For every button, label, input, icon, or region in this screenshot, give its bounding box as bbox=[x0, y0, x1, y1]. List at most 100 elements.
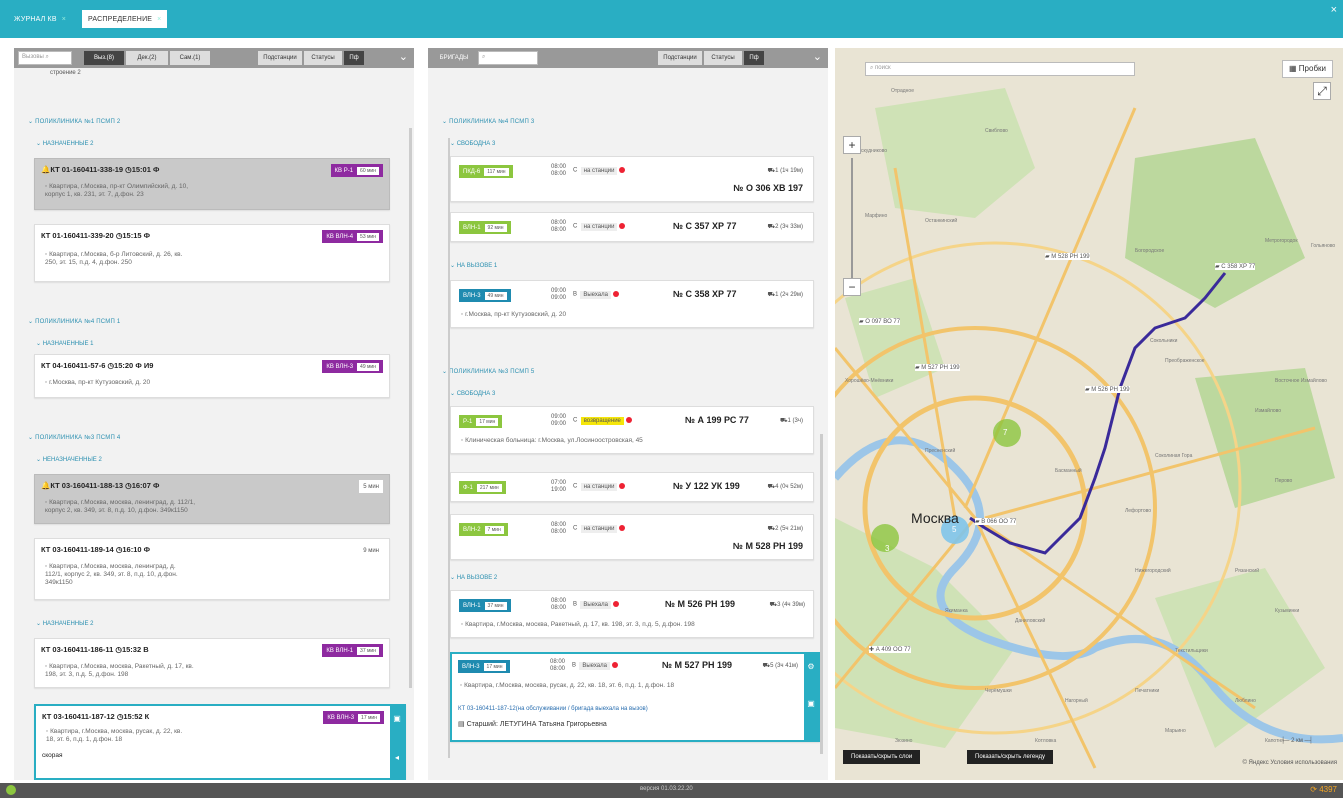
address: ◦ Квартира, г.Москва, москва, русак, д. … bbox=[460, 682, 675, 689]
close-icon[interactable]: × bbox=[157, 16, 161, 23]
tab-journal[interactable]: ЖУРНАЛ КВ × bbox=[8, 10, 72, 28]
close-icon[interactable]: × bbox=[62, 16, 66, 23]
call-card[interactable]: КТ 03-160411-189-14 ◷16:10 Ф 9 мин ◦ Ква… bbox=[34, 538, 390, 600]
brigade-card[interactable]: ПКД-6 117 мин 08:00 08:00 С на станции ⛟1 … bbox=[450, 156, 814, 202]
filter-sam[interactable]: Сам.(1) bbox=[170, 51, 210, 65]
call-id: 🔔КТ 03-160411-188-13 ◷16:07 Ф bbox=[41, 481, 160, 490]
traffic-button[interactable]: ▦ Пробки bbox=[1282, 60, 1333, 78]
car-marker[interactable]: ▰ С 358 ХР 77 bbox=[1215, 263, 1256, 270]
substations-filter[interactable]: Подстанции bbox=[258, 51, 302, 65]
substations-filter[interactable]: Подстанции bbox=[658, 51, 702, 65]
status: С возвращение bbox=[573, 416, 632, 425]
map-canvas[interactable] bbox=[835, 48, 1343, 780]
status: В Выехала bbox=[573, 600, 619, 609]
scrollbar[interactable] bbox=[820, 434, 823, 754]
tab-distribution[interactable]: РАСПРЕДЕЛЕНИЕ × bbox=[82, 10, 168, 28]
call-card[interactable]: 🔔КТ 03-160411-188-13 ◷16:07 Ф 5 мин ◦ Кв… bbox=[34, 474, 390, 524]
subgroup-header[interactable]: ⌄ НАЗНАЧЕННЫЕ 2 bbox=[36, 140, 93, 147]
pf-filter[interactable]: Пф bbox=[344, 51, 364, 65]
brigades-toolbar: БРИГАДЫ ⌕ Подстанции Статусы Пф ⌄ bbox=[428, 48, 828, 68]
address: ◦ Квартира, г.Москва, б-р Литовский, д. … bbox=[45, 251, 183, 266]
chevron-down-icon[interactable]: ⌄ bbox=[399, 50, 408, 63]
filter-dek[interactable]: Дек.(2) bbox=[126, 51, 168, 65]
tab-bar: ЖУРНАЛ КВ × РАСПРЕДЕЛЕНИЕ × × bbox=[0, 0, 1343, 38]
chevron-down-icon[interactable]: ⌄ bbox=[813, 50, 822, 63]
subgroup-header[interactable]: ⌄ СВОБОДНА 3 bbox=[450, 140, 495, 147]
car-marker[interactable]: ✚ А 409 ОО 77 bbox=[869, 646, 911, 653]
zoom-out-button[interactable]: − bbox=[843, 278, 861, 296]
call-card-selected[interactable]: КТ 03-160411-187-12 ◷15:52 К КВ ВЛН-3 17 … bbox=[34, 704, 406, 780]
scrollbar[interactable] bbox=[409, 128, 412, 688]
statuses-filter[interactable]: Статусы bbox=[304, 51, 342, 65]
district-label: Зюзино bbox=[895, 738, 913, 744]
subgroup-header[interactable]: ⌄ НА ВЫЗОВЕ 1 bbox=[450, 262, 497, 269]
arrow-icon[interactable]: ◂ bbox=[390, 753, 404, 762]
cluster-label[interactable]: 7 bbox=[1003, 428, 1007, 437]
toggle-layers-button[interactable]: Показать/скрыть слои bbox=[843, 750, 921, 764]
card-side-panel[interactable]: ⚙ ▣ bbox=[804, 654, 818, 740]
group-header[interactable]: ⌄ ПОЛИКЛИНИКА №1 ПСМП 2 bbox=[28, 118, 120, 125]
group-header[interactable]: ⌄ ПОЛИКЛИНИКА №3 ПСМП 5 bbox=[442, 368, 534, 375]
car-marker[interactable]: ▰ В 066 ОО 77 bbox=[975, 518, 1017, 525]
call-id: КТ 03-160411-187-12 ◷15:52 К bbox=[42, 712, 150, 721]
brigade-card[interactable]: ВЛН-1 92 мин 08:00 08:00 С на станции № С … bbox=[450, 212, 814, 242]
car-marker[interactable]: ▰ О 097 ВО 77 bbox=[859, 318, 901, 325]
tab-label: РАСПРЕДЕЛЕНИЕ bbox=[88, 15, 153, 23]
lock-icon[interactable]: ▣ bbox=[804, 699, 818, 708]
district-label: Кузьминки bbox=[1275, 608, 1300, 614]
brigade-card-selected[interactable]: ВЛН-3 17 мин 08:00 08:00 В Выехала № М 527… bbox=[450, 652, 820, 742]
fullscreen-icon[interactable]: ⤢ bbox=[1313, 82, 1331, 100]
map-scale: ├─ 2 км ─┤ bbox=[1280, 738, 1313, 744]
calls-search-input[interactable]: Вызовы ⌕ bbox=[18, 51, 72, 65]
counter[interactable]: ⟳ 4397 bbox=[1310, 785, 1337, 794]
group-header[interactable]: ⌄ ПОЛИКЛИНИКА №4 ПСМП 1 bbox=[28, 318, 120, 325]
brigade-card[interactable]: ВЛН-1 37 мин 08:00 08:00 В Выехала № М 526… bbox=[450, 590, 814, 638]
brigade-badge: КВ ВЛН-1 37 мин bbox=[322, 644, 383, 657]
call-link[interactable]: КТ 03-160411-187-12(на обслуживании / бр… bbox=[458, 706, 648, 712]
brigade-info: ⛟3 (4ч 39м) bbox=[769, 602, 806, 608]
brigades-title: БРИГАДЫ bbox=[434, 51, 474, 65]
brigade-card[interactable]: Р-1 17 мин 09:00 09:00 С возвращение № А 1… bbox=[450, 406, 814, 454]
cluster-label[interactable]: 5 bbox=[952, 525, 956, 534]
subgroup-header[interactable]: ⌄ НАЗНАЧЕННЫЕ 1 bbox=[36, 340, 93, 347]
version-label: версия 01.03.22.20 bbox=[640, 786, 693, 792]
subgroup-header[interactable]: ⌄ СВОБОДНА 3 bbox=[450, 390, 495, 397]
subgroup-header[interactable]: ⌄ НЕНАЗНАЧЕННЫЕ 2 bbox=[36, 456, 102, 463]
gear-icon[interactable]: ⚙ bbox=[804, 662, 818, 671]
group-header[interactable]: ⌄ ПОЛИКЛИНИКА №4 ПСМП 3 bbox=[442, 118, 534, 125]
zoom-slider[interactable] bbox=[851, 158, 853, 278]
group-header[interactable]: ⌄ ПОЛИКЛИНИКА №3 ПСМП 4 bbox=[28, 434, 120, 441]
card-side-panel[interactable]: ▣ ◂ bbox=[390, 706, 404, 778]
district-label: Даниловский bbox=[1015, 618, 1046, 624]
brigade-card[interactable]: Ф-1 217 мин 07:00 19:00 С на станции № У 1… bbox=[450, 472, 814, 502]
map-search-input[interactable]: ⌕ поиск bbox=[865, 62, 1135, 76]
district-label: Богородское bbox=[1135, 248, 1165, 254]
district-label: Нижегородский bbox=[1135, 568, 1171, 574]
district-label: Сокольники bbox=[1150, 338, 1178, 344]
pf-filter[interactable]: Пф bbox=[744, 51, 764, 65]
window-close-icon[interactable]: × bbox=[1331, 4, 1337, 16]
cluster-label[interactable]: 3 bbox=[885, 544, 889, 553]
zoom-in-button[interactable]: + bbox=[843, 136, 861, 154]
call-card[interactable]: КТ 04-160411-57-6 ◷15:20 Ф И9 КВ ВЛН-3 49… bbox=[34, 354, 390, 398]
brigade-info: ⛟5 (3ч 41м) bbox=[762, 663, 799, 669]
district-label: Пресненский bbox=[925, 448, 956, 454]
toggle-legend-button[interactable]: Показать/скрыть легенду bbox=[967, 750, 1054, 764]
address: ◦ Клиническая больница: г.Москва, ул.Лос… bbox=[461, 437, 643, 444]
car-marker[interactable]: ▰ М 528 РН 199 bbox=[1045, 253, 1090, 260]
statuses-filter[interactable]: Статусы bbox=[704, 51, 742, 65]
call-card[interactable]: КТ 03-160411-186-11 ◷15:32 В КВ ВЛН-1 37 … bbox=[34, 638, 390, 688]
brigade-card[interactable]: ВЛН-3 49 мин 09:00 09:00 В Выехала № С 358… bbox=[450, 280, 814, 328]
map-copyright[interactable]: © Яндекс Условия использования bbox=[1242, 760, 1337, 766]
car-marker[interactable]: ▰ М 526 РН 199 bbox=[1085, 386, 1130, 393]
brigades-search-input[interactable]: ⌕ bbox=[478, 51, 538, 65]
call-card[interactable]: КТ 01-160411-339-20 ◷15:15 Ф КВ ВЛН-4 53 … bbox=[34, 224, 390, 282]
call-card[interactable]: 🔔КТ 01-160411-338-19 ◷15:01 Ф КВ Р-1 60 м… bbox=[34, 158, 390, 210]
map-panel[interactable]: 3 7 5 Москва ▰ М 528 РН 199 ▰ С 358 ХР 7… bbox=[835, 48, 1343, 780]
filter-calls[interactable]: Выз.(8) bbox=[84, 51, 124, 65]
lock-icon[interactable]: ▣ bbox=[390, 714, 404, 723]
subgroup-header[interactable]: ⌄ НА ВЫЗОВЕ 2 bbox=[450, 574, 497, 581]
subgroup-header[interactable]: ⌄ НАЗНАЧЕННЫЕ 2 bbox=[36, 620, 93, 627]
car-marker[interactable]: ▰ М 527 РН 199 bbox=[915, 364, 960, 371]
brigade-card[interactable]: ВЛН-2 7 мин 08:00 08:00 С на станции ⛟2 (5… bbox=[450, 514, 814, 560]
